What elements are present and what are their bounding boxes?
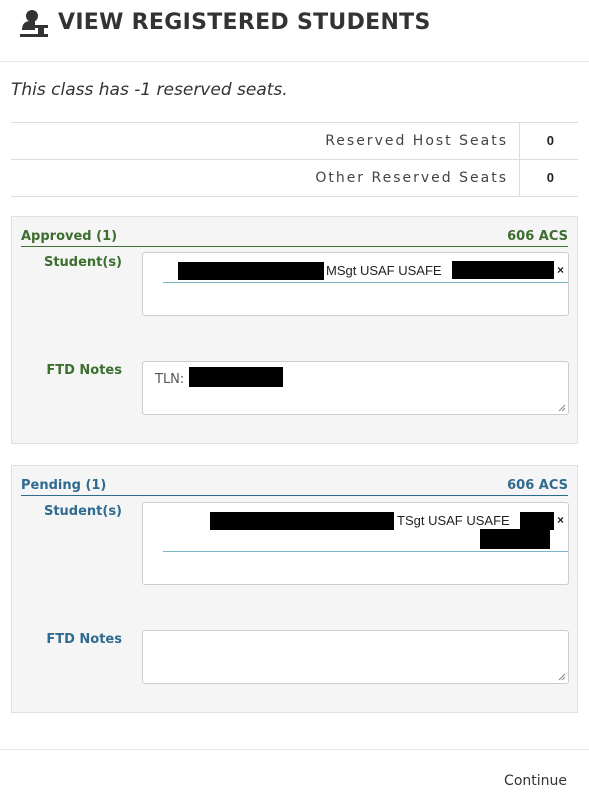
page-title: VIEW REGISTERED STUDENTS bbox=[58, 10, 431, 35]
approved-ftd-notes-textarea[interactable]: TLN: bbox=[142, 361, 569, 415]
approved-count-label: Approved (1) bbox=[21, 229, 118, 244]
reserved-seats-summary: This class has -1 reserved seats. bbox=[11, 80, 288, 100]
resize-handle-icon[interactable] bbox=[558, 404, 566, 412]
redacted-name bbox=[452, 261, 554, 279]
reserved-host-seats-value: 0 bbox=[546, 133, 554, 148]
table-row: Other Reserved Seats 0 bbox=[11, 160, 578, 197]
approved-panel: Approved (1) 606 ACS Student(s) MSgt USA… bbox=[11, 216, 578, 444]
redacted-name bbox=[480, 529, 550, 549]
redacted-name bbox=[210, 512, 394, 530]
student-tag-text: TSgt USAF USAFE bbox=[397, 513, 510, 528]
approved-heading: Approved (1) 606 ACS bbox=[21, 229, 568, 247]
column-divider bbox=[519, 160, 520, 196]
ftd-notes-label: FTD Notes bbox=[46, 632, 122, 647]
approved-unit-label: 606 ACS bbox=[507, 229, 568, 244]
redacted-name bbox=[520, 512, 554, 530]
redacted-name bbox=[178, 262, 324, 280]
seats-table: Reserved Host Seats 0 Other Reserved Sea… bbox=[11, 122, 578, 197]
modal-header: VIEW REGISTERED STUDENTS bbox=[0, 0, 589, 62]
other-reserved-seats-label: Other Reserved Seats bbox=[315, 170, 508, 186]
footer-divider bbox=[0, 749, 589, 750]
pending-panel: Pending (1) 606 ACS Student(s) TSgt USAF… bbox=[11, 465, 578, 713]
continue-button[interactable]: Continue bbox=[504, 773, 567, 789]
notes-text: TLN: bbox=[155, 372, 185, 387]
heading-underline bbox=[21, 495, 568, 496]
students-label: Student(s) bbox=[43, 255, 122, 270]
pending-students-field[interactable]: TSgt USAF USAFE × bbox=[142, 502, 569, 585]
pending-count-label: Pending (1) bbox=[21, 478, 107, 493]
heading-underline bbox=[21, 246, 568, 247]
students-label: Student(s) bbox=[43, 504, 122, 519]
reserved-host-seats-label: Reserved Host Seats bbox=[325, 133, 508, 149]
resize-handle-icon[interactable] bbox=[558, 673, 566, 681]
approved-students-field[interactable]: MSgt USAF USAFE × bbox=[142, 252, 569, 316]
pending-ftd-notes-textarea[interactable] bbox=[142, 630, 569, 684]
pending-heading: Pending (1) 606 ACS bbox=[21, 478, 568, 496]
redacted-notes bbox=[189, 367, 283, 387]
remove-student-button[interactable]: × bbox=[557, 263, 564, 277]
tag-underline bbox=[163, 551, 568, 552]
remove-student-button[interactable]: × bbox=[557, 513, 564, 527]
ftd-notes-label: FTD Notes bbox=[46, 363, 122, 378]
column-divider bbox=[519, 123, 520, 159]
tag-underline bbox=[163, 282, 568, 283]
user-podium-icon bbox=[20, 10, 48, 37]
table-row: Reserved Host Seats 0 bbox=[11, 123, 578, 160]
pending-unit-label: 606 ACS bbox=[507, 478, 568, 493]
other-reserved-seats-value: 0 bbox=[546, 170, 554, 185]
student-tag-text: MSgt USAF USAFE bbox=[326, 263, 442, 278]
